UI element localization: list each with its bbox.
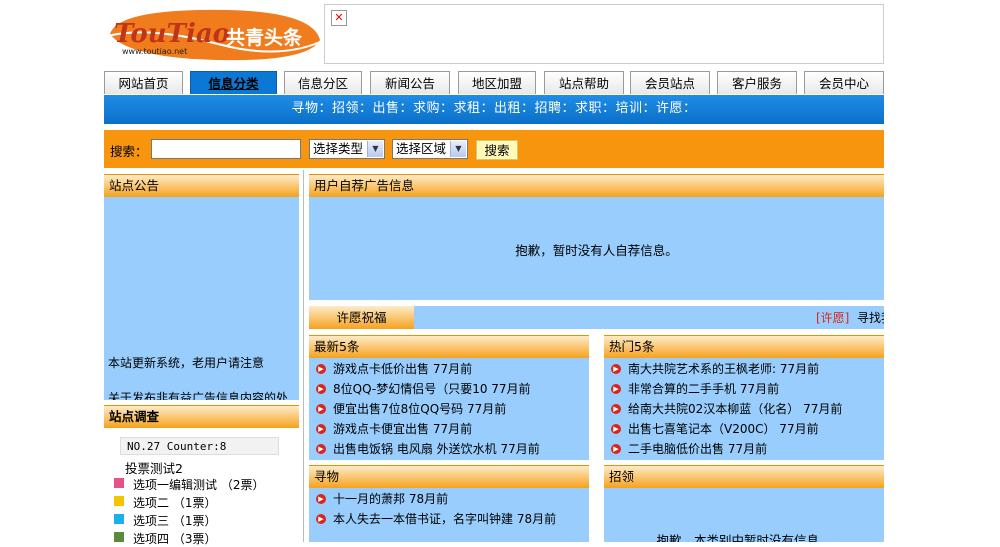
found-empty-message: 抱歉，本类别中暂时没有信息。 bbox=[656, 533, 832, 542]
bullet-icon: ▶ bbox=[611, 403, 621, 414]
search-input[interactable] bbox=[151, 139, 301, 159]
logo-url: www.toutiao.net bbox=[122, 47, 187, 56]
poll-option[interactable]: 选项三 （1票） bbox=[133, 512, 216, 529]
bullet-icon: ▶ bbox=[316, 513, 326, 524]
logo-wordmark: TouTiao bbox=[114, 19, 230, 49]
header-ad-banner[interactable] bbox=[324, 4, 884, 64]
poll-question: 投票测试2 bbox=[125, 461, 183, 476]
list-item[interactable]: ▶ 给南大共院02汉本柳蓝（化名） 77月前 bbox=[611, 401, 842, 417]
bullet-icon: ▶ bbox=[611, 363, 621, 374]
category-subnav[interactable]: 寻物：招领：出售：求购：求租：出租：招聘：求职：培训：许愿： bbox=[104, 95, 884, 124]
type-select-value: 选择类型 bbox=[313, 141, 364, 156]
found-body: 抱歉，本类别中暂时没有信息。 bbox=[604, 488, 884, 542]
tab-member-center[interactable]: 会员中心 bbox=[804, 71, 884, 94]
tab-news[interactable]: 新闻公告 bbox=[370, 71, 450, 94]
option-color-swatch[interactable] bbox=[114, 496, 124, 506]
announce-item[interactable]: 关于发布非有益广告信息内容的处 bbox=[108, 389, 288, 400]
lost-header: 寻物 bbox=[309, 465, 589, 488]
poll-option[interactable]: 选项一编辑测试 （2票） bbox=[133, 476, 264, 493]
site-logo[interactable]: TouTiao 共青头条 www.toutiao.net bbox=[107, 4, 322, 64]
list-item[interactable]: ▶ 十一月的萧邦 78月前 bbox=[316, 491, 448, 507]
wish-tab[interactable]: 许愿祝福 bbox=[309, 306, 414, 329]
area-select-value: 选择区域 bbox=[396, 141, 447, 156]
option-color-swatch[interactable] bbox=[114, 514, 124, 524]
poll-option[interactable]: 选项二 （1票） bbox=[133, 494, 216, 511]
bullet-icon: ▶ bbox=[316, 383, 326, 394]
main-nav: 网站首页 信息分类 信息分区 新闻公告 地区加盟 站点帮助 会员站点 客户服务 … bbox=[104, 71, 884, 95]
latest-header: 最新5条 bbox=[309, 335, 589, 358]
ads-header: 用户自荐广告信息 bbox=[309, 174, 884, 197]
tab-franchise[interactable]: 地区加盟 bbox=[458, 71, 536, 94]
tab-categories[interactable]: 信息分类 bbox=[190, 71, 277, 94]
logo-chinese-name: 共青头条 bbox=[226, 26, 303, 49]
search-button[interactable]: 搜索 bbox=[476, 140, 518, 160]
list-item[interactable]: ▶ 游戏点卡便宜出售 77月前 bbox=[316, 421, 472, 437]
bullet-icon: ▶ bbox=[316, 443, 326, 454]
area-select[interactable]: 选择区域 ▼ bbox=[392, 139, 468, 159]
tab-customer-service[interactable]: 客户服务 bbox=[717, 71, 797, 94]
chevron-down-icon: ▼ bbox=[450, 141, 466, 157]
found-header: 招领 bbox=[604, 465, 884, 488]
wish-marquee[interactable]: [许愿] 寻找我 bbox=[414, 306, 884, 329]
ads-empty-message: 抱歉，暂时没有人自荐信息。 bbox=[515, 243, 678, 258]
broken-image-icon: ✕ bbox=[331, 10, 347, 26]
list-item[interactable]: ▶ 8位QQ-梦幻情侣号（只要10 77月前 bbox=[316, 381, 531, 397]
bullet-icon: ▶ bbox=[611, 443, 621, 454]
announce-item[interactable]: 本站更新系统，老用户请注意 bbox=[108, 354, 264, 371]
announce-header: 站点公告 bbox=[104, 174, 299, 197]
bullet-icon: ▶ bbox=[611, 383, 621, 394]
tab-home[interactable]: 网站首页 bbox=[104, 71, 183, 94]
wish-item[interactable]: 寻找我 bbox=[857, 309, 884, 326]
list-item[interactable]: ▶ 出售电饭锅 电风扇 外送饮水机 77月前 bbox=[316, 441, 540, 457]
poll-option[interactable]: 选项四 （3票） bbox=[133, 530, 216, 547]
ads-body: 抱歉，暂时没有人自荐信息。 bbox=[309, 197, 884, 300]
search-label: 搜索： bbox=[110, 144, 148, 159]
bullet-icon: ▶ bbox=[316, 493, 326, 504]
tab-help[interactable]: 站点帮助 bbox=[544, 71, 624, 94]
wish-tag: [许愿] bbox=[816, 311, 850, 325]
hot-header: 热门5条 bbox=[604, 335, 884, 358]
tab-member-sites[interactable]: 会员站点 bbox=[630, 71, 710, 94]
bullet-icon: ▶ bbox=[316, 423, 326, 434]
bullet-icon: ▶ bbox=[611, 423, 621, 434]
list-item[interactable]: ▶ 出售七喜笔记本（V200C） 77月前 bbox=[611, 421, 819, 437]
column-divider bbox=[303, 170, 304, 542]
list-item[interactable]: ▶ 游戏点卡低价出售 77月前 bbox=[316, 361, 472, 377]
bullet-icon: ▶ bbox=[316, 403, 326, 414]
bullet-icon: ▶ bbox=[316, 363, 326, 374]
list-item[interactable]: ▶ 便宜出售7位8位QQ号码 77月前 bbox=[316, 401, 506, 417]
list-item[interactable]: ▶ 南大共院艺术系的王枫老师: 77月前 bbox=[611, 361, 819, 377]
tab-regions[interactable]: 信息分区 bbox=[284, 71, 362, 94]
poll-header: 站点调查 bbox=[104, 405, 299, 428]
list-item[interactable]: ▶ 非常合算的二手手机 77月前 bbox=[611, 381, 779, 397]
poll-counter: NO.27 Counter:8 bbox=[120, 437, 279, 455]
list-item[interactable]: ▶ 本人失去一本借书证，名字叫钟建 78月前 bbox=[316, 511, 556, 527]
list-item[interactable]: ▶ 二手电脑低价出售 77月前 bbox=[611, 441, 767, 457]
announce-body: 本站更新系统，老用户请注意 关于发布非有益广告信息内容的处 bbox=[104, 197, 299, 400]
option-color-swatch[interactable] bbox=[114, 478, 124, 488]
chevron-down-icon: ▼ bbox=[367, 141, 383, 157]
type-select[interactable]: 选择类型 ▼ bbox=[309, 139, 385, 159]
option-color-swatch[interactable] bbox=[114, 532, 124, 542]
